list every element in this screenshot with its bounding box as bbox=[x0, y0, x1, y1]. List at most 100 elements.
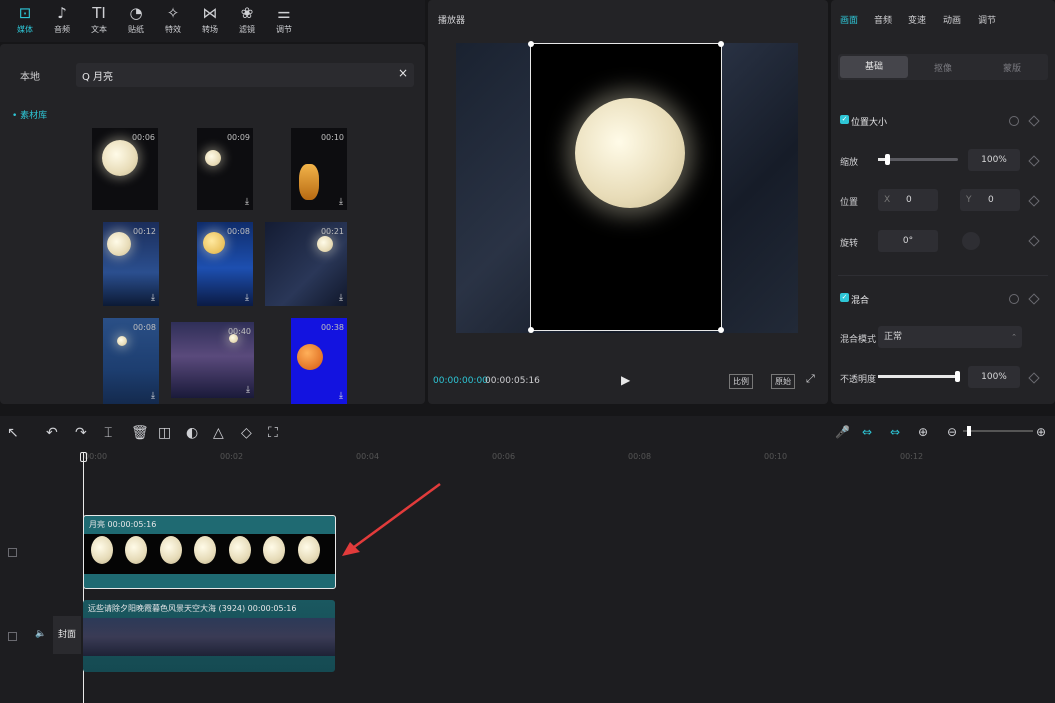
ruler-tick: 00:10 bbox=[764, 452, 788, 461]
section-position-size: 位置大小 bbox=[851, 118, 888, 128]
scale-slider-thumb[interactable] bbox=[884, 154, 890, 165]
media-thumb-3[interactable]: 00:10 ⤓ bbox=[291, 128, 347, 210]
toolbar-sparkle-button[interactable]: ✧ 特效 bbox=[155, 2, 191, 40]
resize-handle-tr[interactable] bbox=[718, 41, 724, 47]
fullscreen-icon[interactable]: ⤢ bbox=[806, 372, 815, 386]
moon-image bbox=[117, 336, 127, 346]
freeze-icon[interactable]: ◫ bbox=[158, 425, 171, 441]
reverse-icon[interactable]: ◐ bbox=[186, 425, 198, 441]
thumb-duration: 00:08 bbox=[132, 323, 156, 332]
sidebar-item-local[interactable]: 本地 bbox=[20, 68, 40, 83]
opacity-value[interactable]: 100% bbox=[968, 366, 1020, 388]
toolbar-filter-button[interactable]: ❀ 滤镜 bbox=[229, 2, 265, 40]
tab-4[interactable]: 调节 bbox=[978, 13, 996, 26]
clear-icon[interactable]: × bbox=[398, 66, 408, 80]
play-icon[interactable]: ▶ bbox=[621, 373, 630, 387]
toolbar-label: 媒体 bbox=[17, 25, 33, 34]
microphone-icon[interactable]: 🎤 bbox=[835, 425, 850, 439]
download-icon[interactable]: ⤓ bbox=[339, 391, 343, 401]
checkbox-blend[interactable]: ✓ bbox=[840, 293, 849, 302]
toolbar-text-button[interactable]: TI 文本 bbox=[81, 2, 117, 40]
search-input[interactable]: Q 月亮 × bbox=[76, 63, 414, 87]
snap-icon[interactable]: ⇔ bbox=[890, 425, 900, 439]
tab-3[interactable]: 动画 bbox=[943, 13, 961, 26]
toolbar-sliders-button[interactable]: ⚌ 调节 bbox=[266, 2, 302, 40]
thumb-duration: 00:09 bbox=[226, 133, 250, 142]
subtab-basic[interactable]: 基础 bbox=[840, 56, 908, 78]
media-thumb-1[interactable]: 00:06 bbox=[92, 128, 158, 210]
tab-0[interactable]: 画面 bbox=[840, 13, 858, 26]
track-lock-icon[interactable] bbox=[8, 632, 17, 641]
rotate-field[interactable]: 0° bbox=[878, 230, 938, 252]
media-thumb-2[interactable]: 00:09 ⤓ bbox=[197, 128, 253, 210]
rotate-icon[interactable]: ◇ bbox=[241, 425, 252, 441]
chevron-icon: ⌃ bbox=[1011, 333, 1017, 341]
crop-icon[interactable]: ⛶ bbox=[268, 425, 278, 441]
download-icon[interactable]: ⤓ bbox=[245, 197, 249, 207]
reset-icon[interactable] bbox=[1009, 294, 1019, 304]
scale-value[interactable]: 100% bbox=[968, 149, 1020, 171]
tab-1[interactable]: 音频 bbox=[874, 13, 892, 26]
link-icon[interactable]: ⇔ bbox=[862, 425, 872, 439]
media-thumb-5[interactable]: 00:08 ⤓ bbox=[197, 222, 253, 306]
divider bbox=[838, 275, 1048, 276]
position-x-field[interactable]: X 0 bbox=[878, 189, 938, 211]
y-label: Y bbox=[966, 195, 972, 205]
position-y-field[interactable]: Y 0 bbox=[960, 189, 1020, 211]
toolbar-music-note-button[interactable]: ♪ 音频 bbox=[44, 2, 80, 40]
resize-handle-br[interactable] bbox=[718, 327, 724, 333]
y-value: 0 bbox=[988, 195, 994, 205]
download-icon[interactable]: ⤓ bbox=[339, 197, 343, 207]
rotate-dial[interactable] bbox=[962, 232, 980, 250]
time-total: 00:00:05:16 bbox=[485, 376, 540, 386]
frame-moon bbox=[194, 536, 216, 564]
blend-mode-select[interactable]: 正常 ⌃ bbox=[878, 326, 1022, 348]
toolbar-transition-button[interactable]: ⋈ 转场 bbox=[192, 2, 228, 40]
resize-handle-tl[interactable] bbox=[528, 41, 534, 47]
redo-icon[interactable]: ↷ bbox=[75, 425, 87, 441]
split-icon[interactable]: ⌶ bbox=[104, 425, 112, 441]
tab-2[interactable]: 变速 bbox=[908, 13, 926, 26]
opacity-slider-thumb[interactable] bbox=[955, 371, 960, 382]
media-thumb-9[interactable]: 00:38 ⤓ bbox=[291, 318, 347, 404]
clip-scenery[interactable]: 远些请除夕阳晚霞暮色风景天空大海 (3924) 00:00:05:16 bbox=[83, 600, 335, 672]
playhead-handle[interactable] bbox=[80, 452, 87, 462]
download-icon[interactable]: ⤓ bbox=[245, 293, 249, 303]
select-icon[interactable]: ↖ bbox=[7, 425, 19, 441]
media-thumb-4[interactable]: 00:12 ⤓ bbox=[103, 222, 159, 306]
subtab-keying[interactable]: 抠像 bbox=[934, 61, 952, 74]
resize-handle-bl[interactable] bbox=[528, 327, 534, 333]
toolbar-label: 贴纸 bbox=[128, 25, 144, 34]
opacity-slider-track[interactable] bbox=[878, 371, 960, 382]
frame-moon bbox=[229, 536, 251, 564]
preview-axis-icon[interactable]: ⊕ bbox=[918, 425, 928, 439]
download-icon[interactable]: ⤓ bbox=[151, 293, 155, 303]
sidebar-item-library[interactable]: • 素材库 bbox=[12, 108, 47, 121]
ratio-button[interactable]: 比例 bbox=[729, 374, 753, 389]
delete-icon[interactable]: 🗑 bbox=[131, 425, 149, 441]
mute-icon[interactable]: 🔈 bbox=[35, 629, 46, 639]
zoom-slider-thumb[interactable] bbox=[967, 426, 971, 436]
media-thumb-7[interactable]: 00:08 ⤓ bbox=[103, 318, 159, 404]
cover-button[interactable]: 封面 bbox=[53, 616, 81, 654]
scale-slider-track[interactable] bbox=[878, 154, 958, 165]
track-lock-icon[interactable] bbox=[8, 548, 17, 557]
download-icon[interactable]: ⤓ bbox=[339, 293, 343, 303]
mirror-icon[interactable]: △ bbox=[213, 425, 224, 441]
subtab-mask[interactable]: 蒙版 bbox=[1003, 61, 1021, 74]
checkbox-position-size[interactable]: ✓ bbox=[840, 115, 849, 124]
toolbar-play-square-button[interactable]: ⊡ 媒体 bbox=[7, 2, 43, 40]
preview-canvas[interactable] bbox=[528, 41, 724, 333]
undo-icon[interactable]: ↶ bbox=[46, 425, 58, 441]
zoom-out-icon[interactable]: ⊖ bbox=[947, 425, 957, 439]
media-thumb-6[interactable]: 00:21 ⤓ bbox=[265, 222, 347, 306]
download-icon[interactable]: ⤓ bbox=[151, 391, 155, 401]
zoom-in-icon[interactable]: ⊕ bbox=[1036, 425, 1046, 439]
reset-icon[interactable] bbox=[1009, 116, 1019, 126]
zoom-slider[interactable] bbox=[963, 430, 1033, 432]
media-thumb-8[interactable]: 00:40 ⤓ bbox=[171, 322, 254, 398]
download-icon[interactable]: ⤓ bbox=[246, 385, 250, 395]
original-button[interactable]: 原始 bbox=[771, 374, 795, 389]
toolbar-sticker-button[interactable]: ◔ 贴纸 bbox=[118, 2, 154, 40]
thumb-duration: 00:12 bbox=[132, 227, 156, 236]
